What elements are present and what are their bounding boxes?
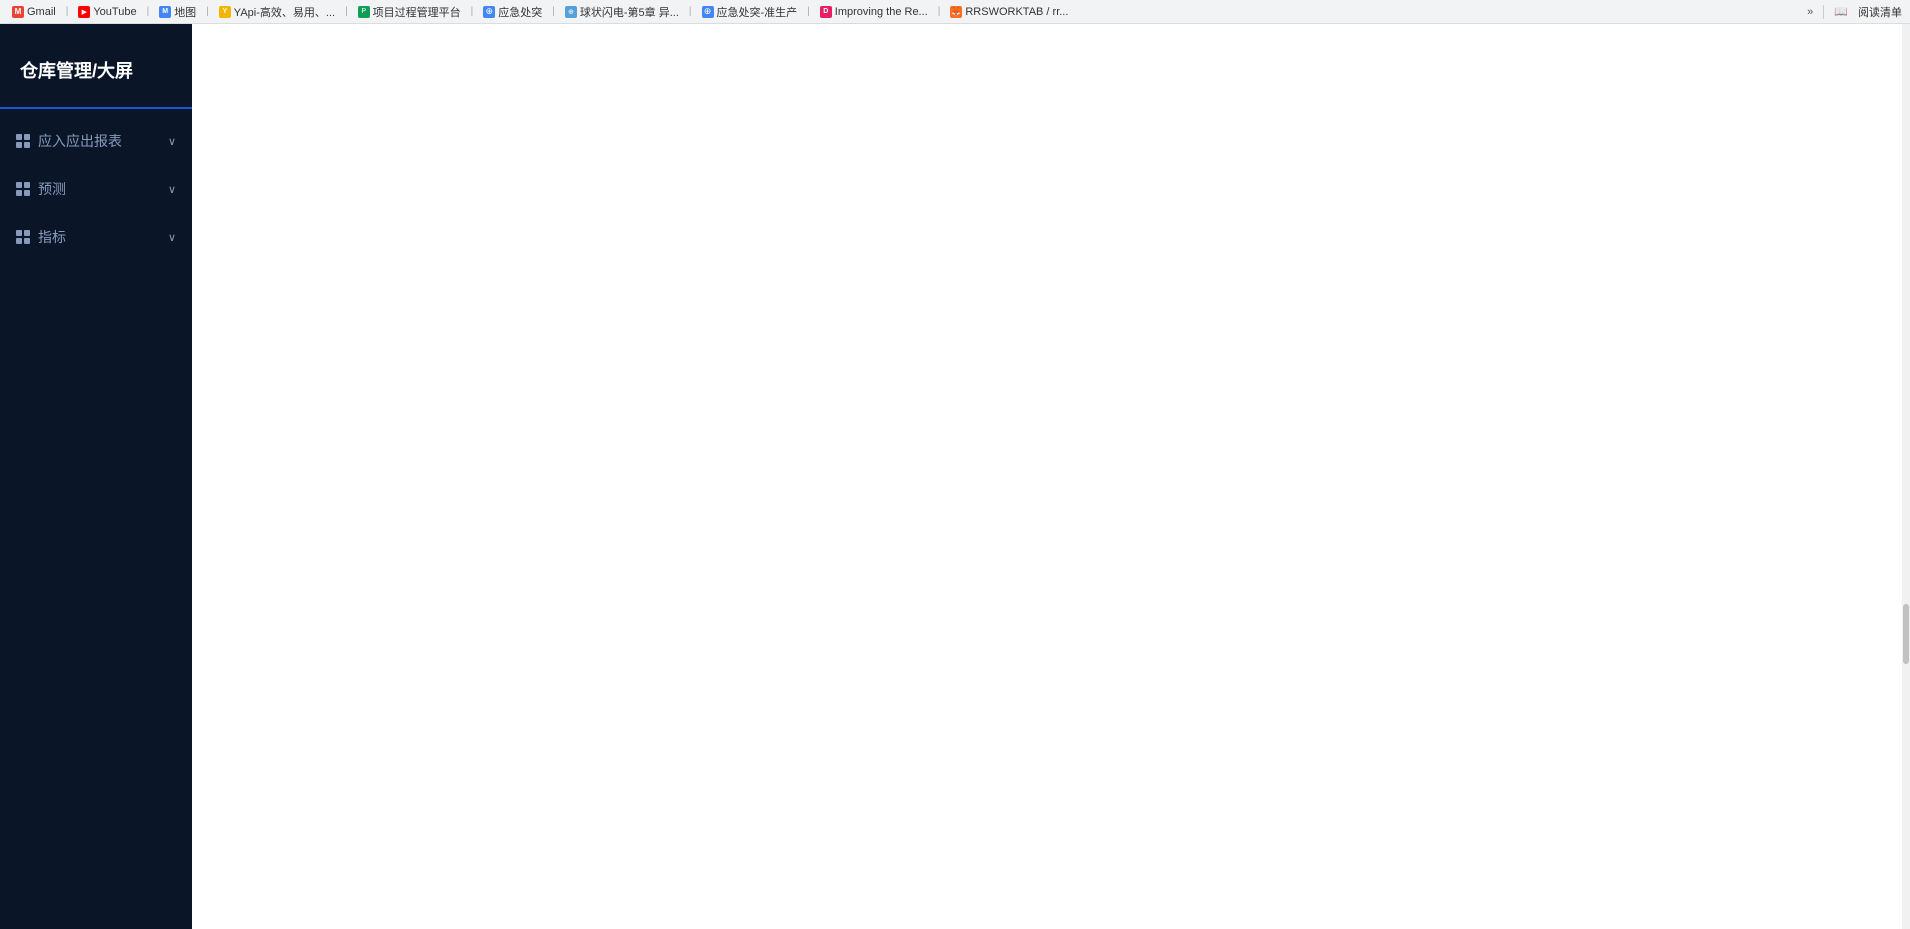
tab-youtube-label: YouTube	[93, 6, 136, 18]
emergency2-icon: ⊕	[702, 6, 714, 18]
reader-list-label[interactable]: 阅读清单	[1858, 4, 1902, 20]
tab-gmail[interactable]: M Gmail	[8, 6, 60, 18]
gmail-icon: M	[12, 6, 24, 18]
reports-grid-icon	[16, 134, 30, 148]
tab-improving[interactable]: D Improving the Re...	[816, 6, 932, 18]
reports-chevron-icon: ∨	[168, 135, 176, 148]
ball-icon: ⊕	[565, 6, 577, 18]
project-icon: P	[358, 6, 370, 18]
tab-divider-3: |	[206, 6, 209, 17]
maps-icon: M	[159, 6, 171, 18]
tab-gmail-label: Gmail	[27, 6, 56, 18]
tab-divider-9: |	[938, 6, 941, 17]
tab-emergency2-label: 应急处突-准生产	[717, 4, 798, 20]
tab-ball[interactable]: ⊕ 球状闪电-第5章 异...	[561, 4, 683, 20]
tab-maps-label: 地图	[174, 4, 196, 20]
sidebar: 仓库管理/大屏 应入应出报表 ∨ 预测	[0, 24, 192, 929]
app-container: 仓库管理/大屏 应入应出报表 ∨ 预测	[0, 24, 1910, 929]
tab-improving-label: Improving the Re...	[835, 6, 928, 18]
tab-ball-label: 球状闪电-第5章 异...	[580, 4, 679, 20]
scrollbar-thumb[interactable]	[1903, 604, 1909, 664]
main-content	[192, 24, 1910, 929]
sidebar-nav: 应入应出报表 ∨ 预测 ∨ 指标	[0, 109, 192, 929]
sidebar-forecast-label: 预测	[38, 179, 160, 199]
reader-list-icon: 📖	[1834, 5, 1848, 18]
tab-divider-1: |	[66, 6, 69, 17]
rrs-icon: 🦊	[950, 6, 962, 18]
sidebar-item-forecast[interactable]: 预测 ∨	[0, 165, 192, 213]
metrics-chevron-icon: ∨	[168, 231, 176, 244]
forecast-grid-icon	[16, 182, 30, 196]
tab-divider-6: |	[552, 6, 555, 17]
yapi-icon: Y	[219, 6, 231, 18]
tab-youtube[interactable]: ▶ YouTube	[74, 6, 140, 18]
tab-maps[interactable]: M 地图	[155, 4, 200, 20]
tab-divider-7: |	[689, 6, 692, 17]
browser-tab-bar: M Gmail | ▶ YouTube | M 地图 | Y YApi-高效、易…	[0, 0, 1910, 24]
sidebar-item-reports[interactable]: 应入应出报表 ∨	[0, 117, 192, 165]
tab-yapi[interactable]: Y YApi-高效、易用、...	[215, 4, 339, 20]
sidebar-header: 仓库管理/大屏	[0, 24, 192, 109]
sidebar-title: 仓库管理/大屏	[20, 60, 172, 83]
emergency1-icon: ⊕	[483, 6, 495, 18]
tab-divider-2: |	[147, 6, 150, 17]
tab-rrs-label: RRSWORKTAB / rr...	[965, 6, 1068, 18]
tab-project[interactable]: P 项目过程管理平台	[354, 4, 465, 20]
tab-rrs[interactable]: 🦊 RRSWORKTAB / rr...	[946, 6, 1072, 18]
toolbar-divider	[1823, 5, 1824, 19]
tab-project-label: 项目过程管理平台	[373, 4, 461, 20]
tab-divider-5: |	[471, 6, 474, 17]
scrollbar[interactable]	[1902, 24, 1910, 929]
sidebar-reports-label: 应入应出报表	[38, 131, 160, 151]
tab-divider-4: |	[345, 6, 348, 17]
tab-emergency2[interactable]: ⊕ 应急处突-准生产	[698, 4, 802, 20]
tab-divider-8: |	[807, 6, 810, 17]
forecast-chevron-icon: ∨	[168, 183, 176, 196]
metrics-grid-icon	[16, 230, 30, 244]
improving-icon: D	[820, 6, 832, 18]
tab-emergency1[interactable]: ⊕ 应急处突	[479, 4, 546, 20]
tab-emergency1-label: 应急处突	[498, 4, 542, 20]
more-tabs-button[interactable]: »	[1807, 6, 1813, 18]
youtube-icon: ▶	[78, 6, 90, 18]
sidebar-item-metrics[interactable]: 指标 ∨	[0, 213, 192, 261]
sidebar-metrics-label: 指标	[38, 227, 160, 247]
tab-yapi-label: YApi-高效、易用、...	[234, 4, 335, 20]
